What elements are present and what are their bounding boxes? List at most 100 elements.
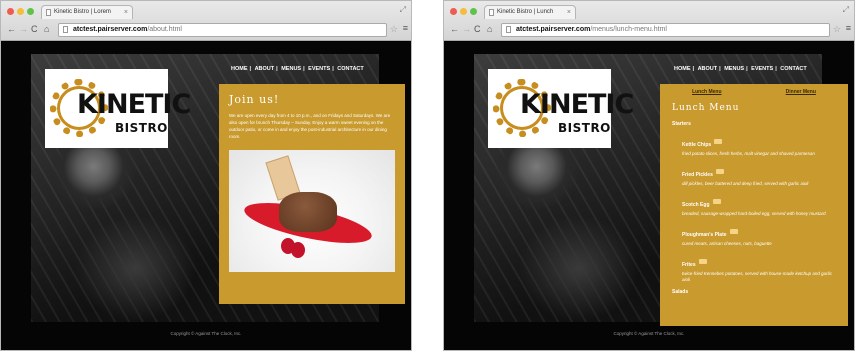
tab-close-icon[interactable]: ×	[124, 6, 128, 19]
maximize-window-button[interactable]	[27, 8, 34, 15]
close-window-button[interactable]	[7, 8, 14, 15]
nav-about[interactable]: ABOUT	[696, 66, 720, 72]
fullscreen-icon[interactable]: ⤢	[843, 5, 849, 15]
item-description: fried potato slices, fresh herbs, malt v…	[682, 151, 815, 156]
browser-chrome: Kinetic Bistro | Lorem × ⤢ ← → C ⌂ atcte…	[1, 1, 411, 41]
logo-main-text: KINETIC	[520, 89, 634, 120]
browser-menu-icon[interactable]: ≡	[846, 23, 851, 33]
browser-tab[interactable]: Kinetic Bistro | Lunch ×	[484, 5, 576, 19]
address-bar[interactable]: atctest.pairserver.com/about.html	[58, 23, 387, 37]
background-photo: KINETIC BISTRO HOME | ABOUT | MENUS | EVENT…	[474, 54, 848, 326]
home-button[interactable]: ⌂	[44, 24, 49, 34]
footer-copyright: Copyright © Against The Clock, Inc.	[170, 331, 242, 336]
back-button[interactable]: ←	[7, 24, 16, 34]
price-tag	[698, 259, 707, 265]
page-icon	[506, 26, 511, 33]
bookmark-star-icon[interactable]: ☆	[833, 24, 841, 35]
page-icon	[63, 26, 68, 33]
menu-items: Kettle Chips fried potato slices, fresh …	[660, 133, 848, 283]
nav-home[interactable]: HOME	[672, 66, 693, 72]
address-bar[interactable]: atctest.pairserver.com/menus/lunch-menu.…	[501, 23, 830, 37]
logo-sub-text: BISTRO	[115, 121, 168, 135]
bookmark-star-icon[interactable]: ☆	[390, 24, 398, 35]
menu-panel: Lunch Menu Dinner Menu Lunch Menu Starte…	[660, 84, 848, 326]
minimize-window-button[interactable]	[17, 8, 24, 15]
nav-menus[interactable]: MENUS	[279, 66, 303, 72]
menu-sub-nav: Lunch Menu Dinner Menu	[660, 84, 848, 95]
kinetic-bistro-logo[interactable]: KINETIC BISTRO	[45, 69, 191, 148]
site-nav: HOME | ABOUT | MENUS | EVENTS | CONTACT	[672, 66, 807, 72]
item-name: Kettle Chips	[682, 142, 712, 148]
page-viewport: KINETIC BISTRO HOME | ABOUT | MENUS | EVENT…	[1, 42, 411, 350]
tab-close-icon[interactable]: ×	[567, 6, 571, 19]
kinetic-bistro-logo[interactable]: KINETIC BISTRO	[488, 69, 634, 148]
menu-item: Kettle Chips fried potato slices, fresh …	[682, 133, 848, 157]
nav-home[interactable]: HOME	[229, 66, 250, 72]
browser-menu-icon[interactable]: ≡	[403, 23, 408, 33]
content-panel: Join us! We are open every day from 4 to…	[219, 84, 405, 304]
price-tag	[712, 199, 721, 205]
item-description: dill pickles, beer battered and deep fri…	[682, 181, 809, 186]
window-controls	[7, 8, 34, 15]
nav-events[interactable]: EVENTS	[749, 66, 775, 72]
item-name: Frites	[682, 262, 696, 268]
item-description: breaded, sausage-wrapped hard-boiled egg…	[682, 211, 826, 216]
url-path: /menus/lunch-menu.html	[590, 26, 667, 33]
footer-copyright: Copyright © Against The Clock, Inc.	[613, 331, 685, 336]
minimize-window-button[interactable]	[460, 8, 467, 15]
fullscreen-icon[interactable]: ⤢	[400, 5, 406, 15]
menu-item: Fried Pickles dill pickles, beer battere…	[682, 163, 848, 187]
back-button[interactable]: ←	[450, 24, 459, 34]
panel-text: We are open every day from 4 to 10 p.m.,…	[229, 113, 391, 139]
forward-button[interactable]: →	[462, 24, 471, 34]
reload-button[interactable]: C	[474, 24, 481, 34]
dinner-menu-link[interactable]: Dinner Menu	[786, 89, 816, 95]
panel-title: Join us!	[229, 93, 280, 106]
raspberry	[291, 242, 305, 258]
browser-window-about: Kinetic Bistro | Lorem × ⤢ ← → C ⌂ atcte…	[0, 0, 412, 351]
maximize-window-button[interactable]	[470, 8, 477, 15]
chocolate-cake	[279, 192, 337, 232]
url-host: atctest.pairserver.com	[73, 26, 148, 33]
section-heading: Salads	[672, 289, 689, 295]
dessert-photo	[229, 150, 395, 272]
logo-sub-text: BISTRO	[558, 121, 611, 135]
background-photo: KINETIC BISTRO HOME | ABOUT | MENUS | EVENT…	[31, 54, 405, 322]
item-name: Fried Pickles	[682, 172, 713, 178]
item-name: Ploughman's Plate	[682, 232, 727, 238]
url-host: atctest.pairserver.com	[516, 26, 591, 33]
lunch-menu-link[interactable]: Lunch Menu	[692, 89, 721, 95]
menu-item: Ploughman's Plate cured meats, artisan c…	[682, 223, 848, 247]
menu-item: Frites twice-fried Kennebec potatoes, se…	[682, 253, 848, 283]
item-description: twice-fried Kennebec potatoes, served wi…	[682, 271, 832, 282]
section-heading: Starters	[672, 121, 691, 127]
window-controls	[450, 8, 477, 15]
logo-main-text: KINETIC	[77, 89, 191, 120]
browser-tab[interactable]: Kinetic Bistro | Lorem ×	[41, 5, 133, 19]
item-name: Scotch Egg	[682, 202, 710, 208]
nav-about[interactable]: ABOUT	[253, 66, 277, 72]
page-icon	[46, 9, 51, 16]
browser-toolbar: ← → C ⌂ atctest.pairserver.com/about.htm…	[1, 21, 411, 40]
page-icon	[489, 9, 494, 16]
tab-title: Kinetic Bistro | Lunch	[497, 9, 554, 15]
home-button[interactable]: ⌂	[487, 24, 492, 34]
price-tag	[714, 139, 723, 145]
browser-chrome: Kinetic Bistro | Lunch × ⤢ ← → C ⌂ atcte…	[444, 1, 854, 41]
browser-window-lunch: Kinetic Bistro | Lunch × ⤢ ← → C ⌂ atcte…	[443, 0, 855, 351]
page-viewport: KINETIC BISTRO HOME | ABOUT | MENUS | EVENT…	[444, 42, 854, 350]
menu-item: Scotch Egg breaded, sausage-wrapped hard…	[682, 193, 848, 217]
browser-toolbar: ← → C ⌂ atctest.pairserver.com/menus/lun…	[444, 21, 854, 40]
price-tag	[729, 229, 738, 235]
forward-button[interactable]: →	[19, 24, 28, 34]
reload-button[interactable]: C	[31, 24, 38, 34]
nav-events[interactable]: EVENTS	[306, 66, 332, 72]
close-window-button[interactable]	[450, 8, 457, 15]
nav-menus[interactable]: MENUS	[722, 66, 746, 72]
nav-contact[interactable]: CONTACT	[335, 66, 365, 72]
item-description: cured meats, artisan cheeses, nuts, bagu…	[682, 241, 772, 246]
nav-contact[interactable]: CONTACT	[778, 66, 808, 72]
price-tag	[715, 169, 724, 175]
site-nav: HOME | ABOUT | MENUS | EVENTS | CONTACT	[229, 66, 364, 72]
tab-title: Kinetic Bistro | Lorem	[54, 9, 111, 15]
